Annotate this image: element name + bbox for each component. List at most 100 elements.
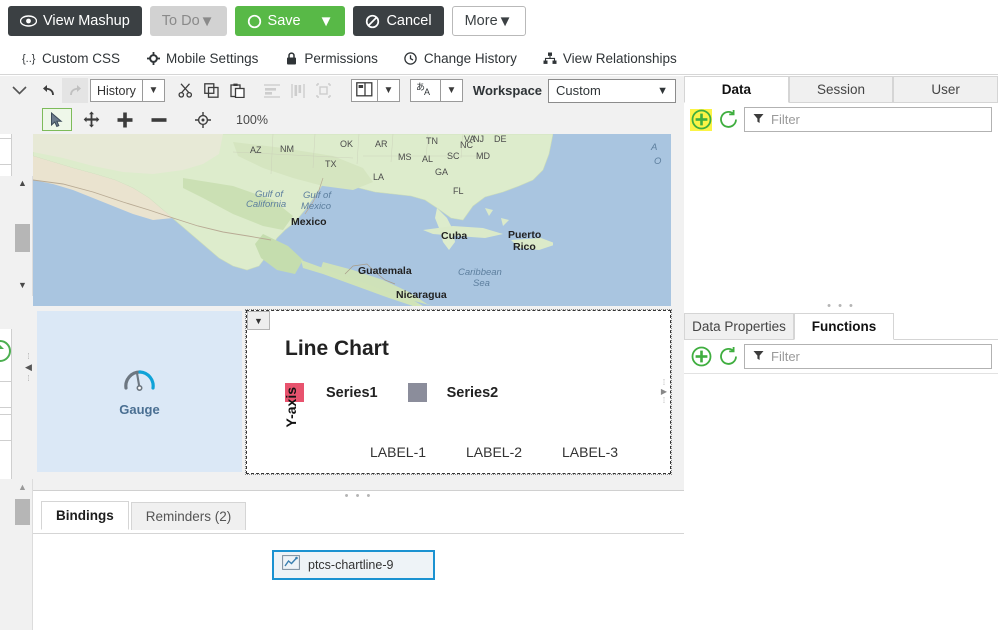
expand-arrow-icon: ▶	[660, 386, 668, 396]
collapse-toolbar-button[interactable]	[2, 78, 36, 103]
distribute-button[interactable]	[311, 78, 337, 103]
select-tool-button[interactable]	[42, 108, 72, 131]
map-label: AR	[375, 139, 388, 149]
tab-label: Reminders (2)	[145, 509, 232, 524]
functions-panel-body[interactable]	[684, 373, 998, 628]
collapse-arrow-icon: ◀	[25, 361, 32, 372]
tab-functions[interactable]: Functions	[794, 313, 894, 340]
more-button[interactable]: More ▼	[451, 6, 526, 36]
clock-icon	[404, 51, 418, 65]
design-toolbar-row-2: 100%	[0, 105, 684, 134]
hierarchy-icon	[543, 52, 557, 65]
chart-widget-menu-button[interactable]: ▼	[247, 311, 270, 330]
mashup-canvas[interactable]: OK AR TN NC DE NJ VA MD NM AZ MS AL SC GA TX LA FL Gulf o…	[33, 134, 684, 490]
menu-label: Change History	[423, 50, 517, 66]
left-panel-field-2b[interactable]	[0, 138, 12, 165]
zoom-level-label: 100%	[236, 112, 268, 127]
map-label: SC	[447, 151, 460, 161]
align-vertical-button[interactable]	[285, 78, 311, 103]
cancel-button[interactable]: Cancel	[353, 6, 444, 36]
redo-button[interactable]	[62, 78, 88, 103]
tab-user[interactable]: User	[893, 76, 998, 103]
panel-resize-handle[interactable]: • • •	[345, 491, 373, 502]
chart-legend: Series1 Series2	[285, 383, 498, 402]
refresh-circle-icon[interactable]	[0, 339, 12, 368]
add-entity-button[interactable]	[690, 108, 712, 131]
map-label: Guatemala	[358, 265, 412, 277]
map-label: NM	[280, 144, 294, 154]
workspace-select[interactable]: Custom ▼	[548, 78, 677, 103]
circle-icon	[247, 14, 262, 29]
menu-item-view-relationships[interactable]: View Relationships	[543, 51, 677, 66]
data-panel-body[interactable]	[684, 136, 998, 300]
localization-caret-down-icon[interactable]: ▼	[440, 79, 463, 102]
save-dropdown-button[interactable]: ▼	[313, 6, 346, 36]
scroll-thumb[interactable]	[15, 499, 30, 525]
pan-tool-button[interactable]	[76, 108, 106, 131]
binding-chip-chartline[interactable]: ptcs-chartline-9	[272, 550, 435, 580]
scroll-up-icon[interactable]: ▲	[12, 178, 33, 188]
todo-button[interactable]: To Do ▼	[149, 6, 227, 36]
history-dropdown[interactable]: History	[90, 79, 143, 102]
map-widget[interactable]: OK AR TN NC DE NJ VA MD NM AZ MS AL SC GA TX LA FL Gulf o…	[33, 134, 671, 306]
splitter-grip-icon[interactable]: • • •	[827, 301, 855, 312]
save-label: Save	[267, 13, 301, 29]
scroll-up-icon[interactable]: ▲	[12, 482, 33, 492]
data-filter-input[interactable]: Filter	[744, 107, 992, 132]
undo-button[interactable]	[36, 78, 62, 103]
legend-label-series1: Series1	[326, 384, 378, 401]
gauge-widget[interactable]: Gauge	[37, 311, 242, 472]
line-chart-icon	[282, 555, 300, 575]
panel-collapse-handle[interactable]: ⁞ ◀ ⁞	[24, 338, 33, 396]
workspace-value: Custom	[556, 83, 601, 98]
align-horizontal-button[interactable]	[259, 78, 285, 103]
scroll-down-icon[interactable]: ▼	[12, 280, 33, 290]
refresh-functions-button[interactable]	[717, 346, 739, 368]
zoom-fit-button[interactable]	[188, 108, 218, 131]
add-function-button[interactable]	[690, 346, 712, 368]
todo-label: To Do	[161, 13, 200, 29]
map-label: FL	[453, 186, 464, 196]
scroll-thumb[interactable]	[15, 224, 30, 252]
cut-button[interactable]	[173, 78, 199, 103]
menu-item-change-history[interactable]: Change History	[404, 51, 517, 66]
save-button[interactable]: Save ▼	[234, 6, 346, 36]
left-panel-field-3[interactable]	[0, 381, 12, 408]
functions-filter-input[interactable]: Filter	[744, 344, 992, 369]
copy-button[interactable]	[199, 78, 225, 103]
left-panel-field-4[interactable]	[0, 414, 12, 441]
tab-label: User	[931, 82, 960, 97]
tab-session[interactable]: Session	[788, 76, 894, 103]
menu-item-custom-css[interactable]: {..} Custom CSS	[22, 51, 120, 66]
map-label: Gulf of	[303, 190, 331, 201]
properties-panel-tabs: Data Properties Functions	[684, 313, 998, 340]
localization-button[interactable]: あA	[409, 79, 441, 102]
history-caret-down-icon[interactable]: ▼	[142, 79, 165, 102]
line-chart-widget[interactable]: ▼ Line Chart Series1 Series2 Y-axis LABE…	[245, 309, 672, 475]
zoom-in-button[interactable]	[110, 108, 140, 131]
view-mashup-button[interactable]: View Mashup	[8, 6, 142, 36]
menu-item-permissions[interactable]: Permissions	[284, 51, 378, 66]
grip-dots-icon: ⁞	[662, 395, 666, 405]
menu-item-mobile-settings[interactable]: Mobile Settings	[146, 51, 258, 66]
workspace-label: Workspace	[472, 83, 543, 98]
chart-resize-handle[interactable]: ⁞ ▶ ⁞	[660, 367, 668, 415]
more-label: More	[464, 13, 498, 29]
tab-reminders[interactable]: Reminders (2)	[130, 502, 247, 530]
layout-panel-button[interactable]	[350, 79, 378, 102]
zoom-out-button[interactable]	[144, 108, 174, 131]
right-panel-splitter[interactable]: • • •	[684, 300, 998, 313]
paste-button[interactable]	[225, 78, 251, 103]
map-label: GA	[435, 167, 449, 177]
chart-title: Line Chart	[285, 337, 389, 360]
tab-bindings[interactable]: Bindings	[41, 501, 129, 530]
layout-caret-down-icon[interactable]: ▼	[377, 79, 400, 102]
tab-data[interactable]: Data	[684, 76, 789, 103]
map-label: LA	[373, 172, 385, 182]
refresh-entities-button[interactable]	[717, 109, 739, 131]
layout-panel-icon	[356, 81, 373, 100]
tab-data-properties[interactable]: Data Properties	[684, 313, 794, 340]
svg-text:A: A	[424, 87, 430, 97]
mashup-builder-window: View Mashup To Do ▼ Save ▼ Cancel More ▼…	[0, 0, 998, 630]
map-label: Mexico	[301, 201, 332, 212]
